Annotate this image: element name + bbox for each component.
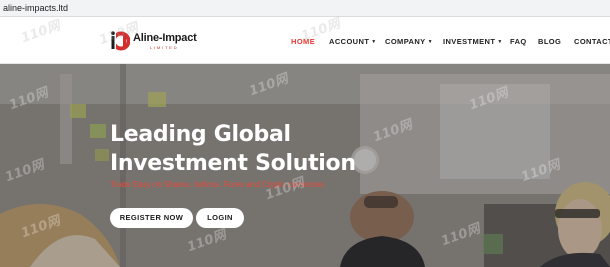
chevron-down-icon: ▼ (497, 39, 503, 45)
hero-title-line-2: Investment Solution (110, 151, 356, 176)
nav-account[interactable]: ACCOUNT ▼ (329, 36, 377, 48)
hero-banner: Leading Global Investment Solution Trade… (0, 64, 610, 267)
register-now-button[interactable]: REGISTER NOW (110, 208, 193, 228)
chevron-down-icon: ▼ (371, 39, 377, 45)
nav-account-label: ACCOUNT (329, 37, 370, 46)
watermark-text: 110网 (19, 18, 63, 47)
browser-address-bar[interactable]: aline-impacts.ltd (0, 0, 610, 17)
hero-title-line-1: Leading Global (110, 122, 291, 147)
nav-investment-label: INVESTMENT (443, 37, 496, 46)
nav-blog[interactable]: BLOG (538, 36, 561, 48)
logo-mark-icon (110, 31, 130, 51)
nav-faq[interactable]: FAQ (510, 36, 527, 48)
nav-contact[interactable]: CONTACT (574, 36, 610, 48)
chevron-down-icon: ▼ (427, 39, 433, 45)
hero-subtitle: Trade Easy on Shares, Indices, Forex and… (110, 180, 325, 189)
nav-home[interactable]: HOME (291, 36, 315, 48)
hero-title: Leading Global Investment Solution (110, 120, 390, 178)
brand-name: Aline-Impact (133, 32, 197, 44)
url-text: aline-impacts.ltd (3, 3, 69, 13)
nav-company[interactable]: COMPANY ▼ (385, 36, 433, 48)
nav-company-label: COMPANY (385, 37, 426, 46)
login-button[interactable]: LOGIN (196, 208, 244, 228)
brand-tagline: LIMITED (150, 45, 179, 50)
site-header: Aline-Impact LIMITED HOME ACCOUNT ▼ COMPA… (0, 16, 610, 64)
nav-investment[interactable]: INVESTMENT ▼ (443, 36, 503, 48)
